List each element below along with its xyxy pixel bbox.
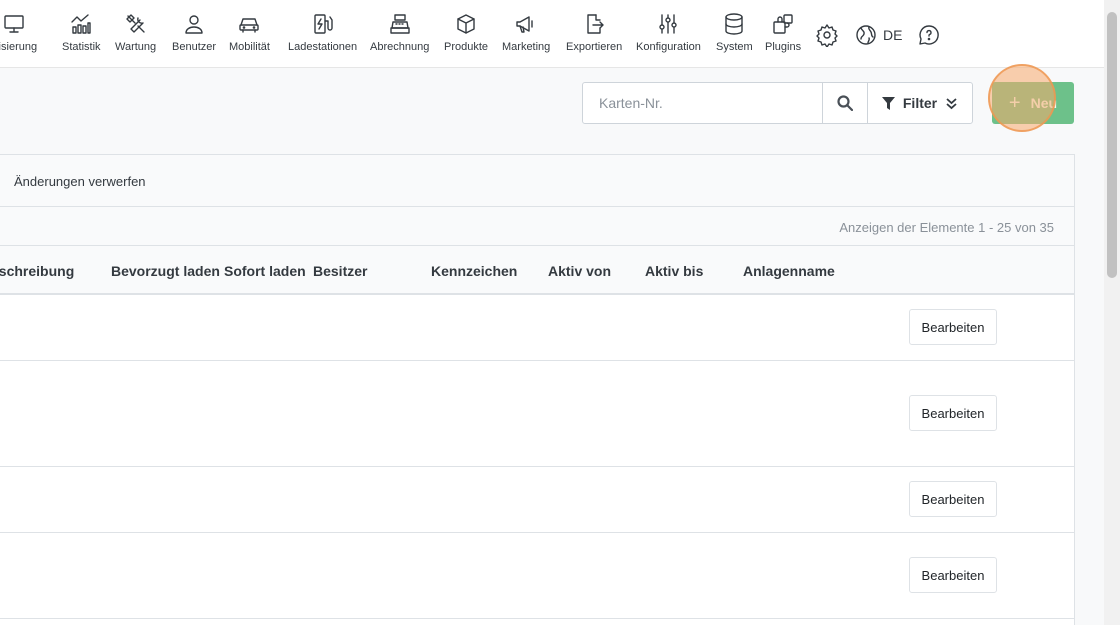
tools-icon [125, 14, 145, 33]
nav-label: Plugins [765, 41, 802, 53]
filter-button[interactable]: Filter [867, 82, 973, 124]
nav-label: Abrechnung [370, 41, 430, 53]
nav-label: Konfiguration [636, 41, 701, 53]
nav-label: alisierung [0, 41, 38, 53]
table-row: Bearbeiten [0, 533, 1074, 619]
nav-item-exportieren[interactable]: Exportieren [566, 12, 622, 53]
nav-item-abrechnung[interactable]: Abrechnung [370, 12, 429, 53]
nav-label: Ladestationen [288, 41, 358, 53]
export-icon [587, 14, 604, 34]
car-icon [239, 18, 260, 33]
column-header-aktiv-von[interactable]: Aktiv von [548, 263, 611, 279]
search-button[interactable] [822, 82, 868, 124]
nav-label: Mobilität [229, 41, 270, 53]
sliders-icon [659, 14, 678, 34]
nav-item-benutzer[interactable]: Benutzer [172, 12, 216, 53]
card-header: Änderungen verwerfen [0, 155, 1074, 207]
language-label[interactable]: DE [883, 27, 902, 43]
funnel-icon [881, 96, 895, 110]
double-chevron-down-icon [946, 97, 957, 109]
box-icon [457, 14, 475, 34]
puzzle-icon [773, 14, 793, 34]
nav-item-mobilitaet[interactable]: Mobilität [229, 12, 270, 53]
user-icon [185, 15, 203, 34]
megaphone-icon [516, 16, 533, 33]
statistics-icon [71, 14, 91, 34]
column-header-anlagenname[interactable]: Anlagenname [743, 263, 835, 279]
nav-label: System [716, 41, 753, 53]
column-header-bevorzugt-laden[interactable]: Bevorzugt laden [111, 263, 220, 279]
nav-label: Marketing [502, 41, 551, 53]
search-icon [837, 95, 853, 111]
table-row: Bearbeiten [0, 467, 1074, 533]
edit-button[interactable]: Bearbeiten [909, 481, 997, 517]
nav-item-visualisierung[interactable]: alisierung [0, 12, 37, 53]
language-button[interactable] [854, 23, 878, 47]
discard-changes-button[interactable]: Änderungen verwerfen [14, 174, 146, 189]
monitor-icon [3, 15, 24, 33]
nav-label: Statistik [62, 41, 101, 53]
cash-register-icon [389, 14, 410, 34]
column-header-kennzeichen[interactable]: Kennzeichen [431, 263, 517, 279]
nav-item-statistik[interactable]: Statistik [62, 12, 101, 53]
column-header-sofort-laden[interactable]: Sofort laden [224, 263, 306, 279]
cards-table-card: Änderungen verwerfen Anzeigen der Elemen… [0, 154, 1075, 625]
column-header-aktiv-bis[interactable]: Aktiv bis [645, 263, 703, 279]
table-header: eschreibung Bevorzugt laden Sofort laden… [0, 246, 1074, 295]
nav-item-ladestationen[interactable]: Ladestationen [288, 12, 357, 53]
pager-row: Anzeigen der Elemente 1 - 25 von 35 [0, 207, 1074, 246]
nav-label: Produkte [444, 41, 489, 53]
help-chat-icon [919, 25, 939, 45]
plus-icon: + [1008, 92, 1021, 114]
nav-item-plugins[interactable]: Plugins [765, 12, 801, 53]
nav-label: Exportieren [566, 41, 623, 53]
nav-item-system[interactable]: System [716, 12, 753, 53]
nav-item-konfiguration[interactable]: Konfiguration [636, 12, 701, 53]
nav-item-marketing[interactable]: Marketing [502, 12, 550, 53]
help-button[interactable] [917, 23, 941, 47]
globe-icon [856, 25, 876, 45]
edit-button[interactable]: Bearbeiten [909, 557, 997, 593]
top-navigation: alisierung Statistik Wartung Benutzer Mo… [0, 0, 1104, 68]
edit-button[interactable]: Bearbeiten [909, 309, 997, 345]
column-header-besitzer[interactable]: Besitzer [313, 263, 367, 279]
pager-info: Anzeigen der Elemente 1 - 25 von 35 [839, 220, 1054, 235]
new-button[interactable]: + Neu [992, 82, 1074, 124]
page-scrollbar[interactable] [1104, 0, 1120, 625]
nav-item-wartung[interactable]: Wartung [115, 12, 156, 53]
gear-icon [816, 24, 838, 48]
column-header-beschreibung[interactable]: eschreibung [0, 263, 74, 279]
charging-station-icon [313, 14, 333, 34]
filter-label: Filter [902, 95, 938, 111]
nav-label: Wartung [115, 41, 157, 53]
new-label: Neu [1030, 95, 1058, 111]
nav-label: Benutzer [172, 41, 217, 53]
scrollbar-thumb[interactable] [1107, 12, 1117, 278]
nav-item-produkte[interactable]: Produkte [444, 12, 488, 53]
card-number-search-input[interactable] [582, 82, 823, 124]
table-row: Bearbeiten [0, 295, 1074, 361]
table-row: Bearbeiten [0, 361, 1074, 467]
settings-button[interactable] [815, 23, 839, 48]
database-icon [725, 13, 744, 35]
edit-button[interactable]: Bearbeiten [909, 395, 997, 431]
